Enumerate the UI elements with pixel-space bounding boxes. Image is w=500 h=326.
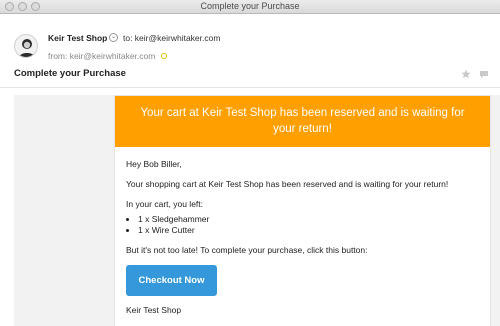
vip-dot-icon	[161, 53, 167, 59]
header-divider	[0, 87, 500, 88]
star-icon[interactable]	[461, 69, 471, 79]
cta-text: But it's not too late! To complete your …	[126, 245, 368, 255]
message-header: Keir Test Shop ⌄ to: keir@keirwhitaker.c…	[0, 14, 500, 88]
checkout-now-button[interactable]: Checkout Now	[126, 265, 217, 296]
email-body: Your cart at Keir Test Shop has been res…	[14, 95, 500, 326]
greeting: Hey Bob Biller,	[126, 159, 182, 169]
sender-name[interactable]: Keir Test Shop	[48, 33, 107, 43]
email-content: Hey Bob Biller, Your shopping cart at Ke…	[126, 159, 481, 325]
intro-text: Your shopping cart at Keir Test Shop has…	[126, 179, 449, 189]
signature: Keir Test Shop	[126, 305, 182, 315]
cart-label: In your cart, you left:	[126, 199, 204, 209]
reservation-banner: Your cart at Keir Test Shop has been res…	[115, 96, 490, 147]
reply-bubble-icon[interactable]	[479, 70, 489, 79]
recipient-line: to: keir@keirwhitaker.com	[123, 33, 221, 43]
from-line: from: keir@keirwhitaker.com	[48, 51, 156, 61]
cart-item-list: 1 x Sledgehammer 1 x Wire Cutter	[138, 214, 481, 236]
subject-line: Complete your Purchase	[14, 68, 126, 79]
list-item: 1 x Sledgehammer	[138, 214, 481, 225]
window-title: Complete your Purchase	[200, 1, 300, 11]
avatar	[14, 34, 38, 58]
window-titlebar: Complete your Purchase	[0, 0, 500, 14]
email-card: Your cart at Keir Test Shop has been res…	[114, 95, 491, 326]
chevron-down-icon[interactable]: ⌄	[109, 33, 118, 42]
list-item: 1 x Wire Cutter	[138, 225, 481, 236]
